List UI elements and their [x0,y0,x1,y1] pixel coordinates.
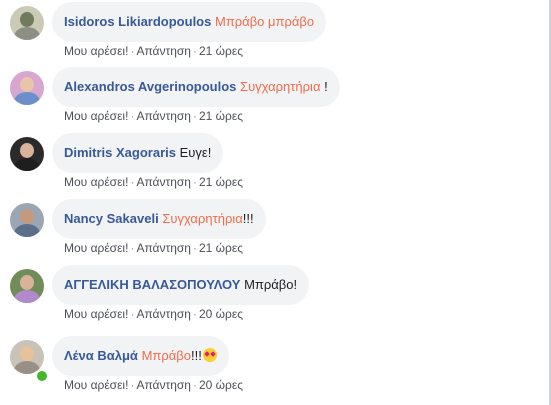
comment-bubble: Nancy Sakaveli Συγχαρητήρια!!! [52,199,266,239]
author-name[interactable]: Dimitris Xagoraris [64,145,176,160]
comment-bubble: Isidoros Likiardopoulos Μπράβο μπράβο [52,2,327,42]
comment-item: Nancy Sakaveli Συγχαρητήρια!!! Μου αρέσε… [10,199,540,259]
comment-text: !!! [242,211,254,226]
online-status-icon [35,369,49,383]
avatar[interactable] [10,137,44,171]
comment-actions: Μου αρέσει! · Απάντηση · 21 ώρες [64,175,243,189]
highlighted-text: Συγχαρητήρια [162,211,243,226]
like-link[interactable]: Μου αρέσει! [64,44,128,58]
comment-actions: Μου αρέσει! · Απάντηση · 20 ώρες [64,378,243,392]
like-link[interactable]: Μου αρέσει! [64,109,128,123]
author-name[interactable]: Λένα Βαλμά [64,348,138,363]
author-name[interactable]: Alexandros Avgerinopoulos [64,79,236,94]
timestamp-link[interactable]: 20 ώρες [199,378,243,392]
avatar[interactable] [10,203,44,237]
reply-link[interactable]: Απάντηση [136,109,191,123]
timestamp-link[interactable]: 20 ώρες [199,307,243,321]
timestamp-link[interactable]: 21 ώρες [199,175,243,189]
comment-bubble: ΑΓΓΕΛΙΚΗ ΒΑΛΑΣΟΠΟΥΛΟΥ Μπράβο! [52,265,310,305]
comment-actions: Μου αρέσει! · Απάντηση · 21 ώρες [64,44,243,58]
comment-text: !!! [190,348,202,363]
comment-item: ΑΓΓΕΛΙΚΗ ΒΑΛΑΣΟΠΟΥΛΟΥ Μπράβο! Μου αρέσει… [10,265,540,325]
reply-link[interactable]: Απάντηση [136,307,191,321]
like-link[interactable]: Μου αρέσει! [64,175,128,189]
author-name[interactable]: Isidoros Likiardopoulos [64,14,211,29]
comment-text: ! [320,79,328,94]
highlighted-text: Μπράβο [141,348,191,363]
comment-actions: Μου αρέσει! · Απάντηση · 21 ώρες [64,241,243,255]
comment-bubble: Dimitris Xagoraris Ευγε! [52,133,224,173]
comment-bubble: Λένα Βαλμά Μπράβο!!! [52,336,229,376]
comment-actions: Μου αρέσει! · Απάντηση · 20 ώρες [64,307,243,321]
like-link[interactable]: Μου αρέσει! [64,241,128,255]
reply-link[interactable]: Απάντηση [136,241,191,255]
comment-item: Alexandros Avgerinopoulos Συγχαρητήρια !… [10,67,540,127]
author-name[interactable]: Nancy Sakaveli [64,211,159,226]
comment-actions: Μου αρέσει! · Απάντηση · 21 ώρες [64,109,243,123]
avatar[interactable] [10,71,44,105]
reply-link[interactable]: Απάντηση [136,378,191,392]
comment-text: Ευγε! [176,145,212,160]
comment-item: Dimitris Xagoraris Ευγε! Μου αρέσει! · Απά… [10,133,540,193]
author-name[interactable]: ΑΓΓΕΛΙΚΗ ΒΑΛΑΣΟΠΟΥΛΟΥ [64,277,240,292]
comment-item: Λένα Βαλμά Μπράβο!!! Μου αρέσει! · Απάντησ… [10,336,540,396]
like-link[interactable]: Μου αρέσει! [64,307,128,321]
timestamp-link[interactable]: 21 ώρες [199,109,243,123]
highlighted-text: Συγχαρητήρια [240,79,321,94]
comment-text: Μπράβο! [240,277,298,292]
heart-eyes-emoji-icon [202,348,217,362]
timestamp-link[interactable]: 21 ώρες [199,44,243,58]
comment-item: Isidoros Likiardopoulos Μπράβο μπράβο Μο… [10,2,540,62]
reply-link[interactable]: Απάντηση [136,175,191,189]
comment-bubble: Alexandros Avgerinopoulos Συγχαρητήρια ! [52,67,340,107]
avatar[interactable] [10,269,44,303]
timestamp-link[interactable]: 21 ώρες [199,241,243,255]
avatar[interactable] [10,6,44,40]
reply-link[interactable]: Απάντηση [136,44,191,58]
like-link[interactable]: Μου αρέσει! [64,378,128,392]
highlighted-text: Μπράβο μπράβο [214,14,315,29]
